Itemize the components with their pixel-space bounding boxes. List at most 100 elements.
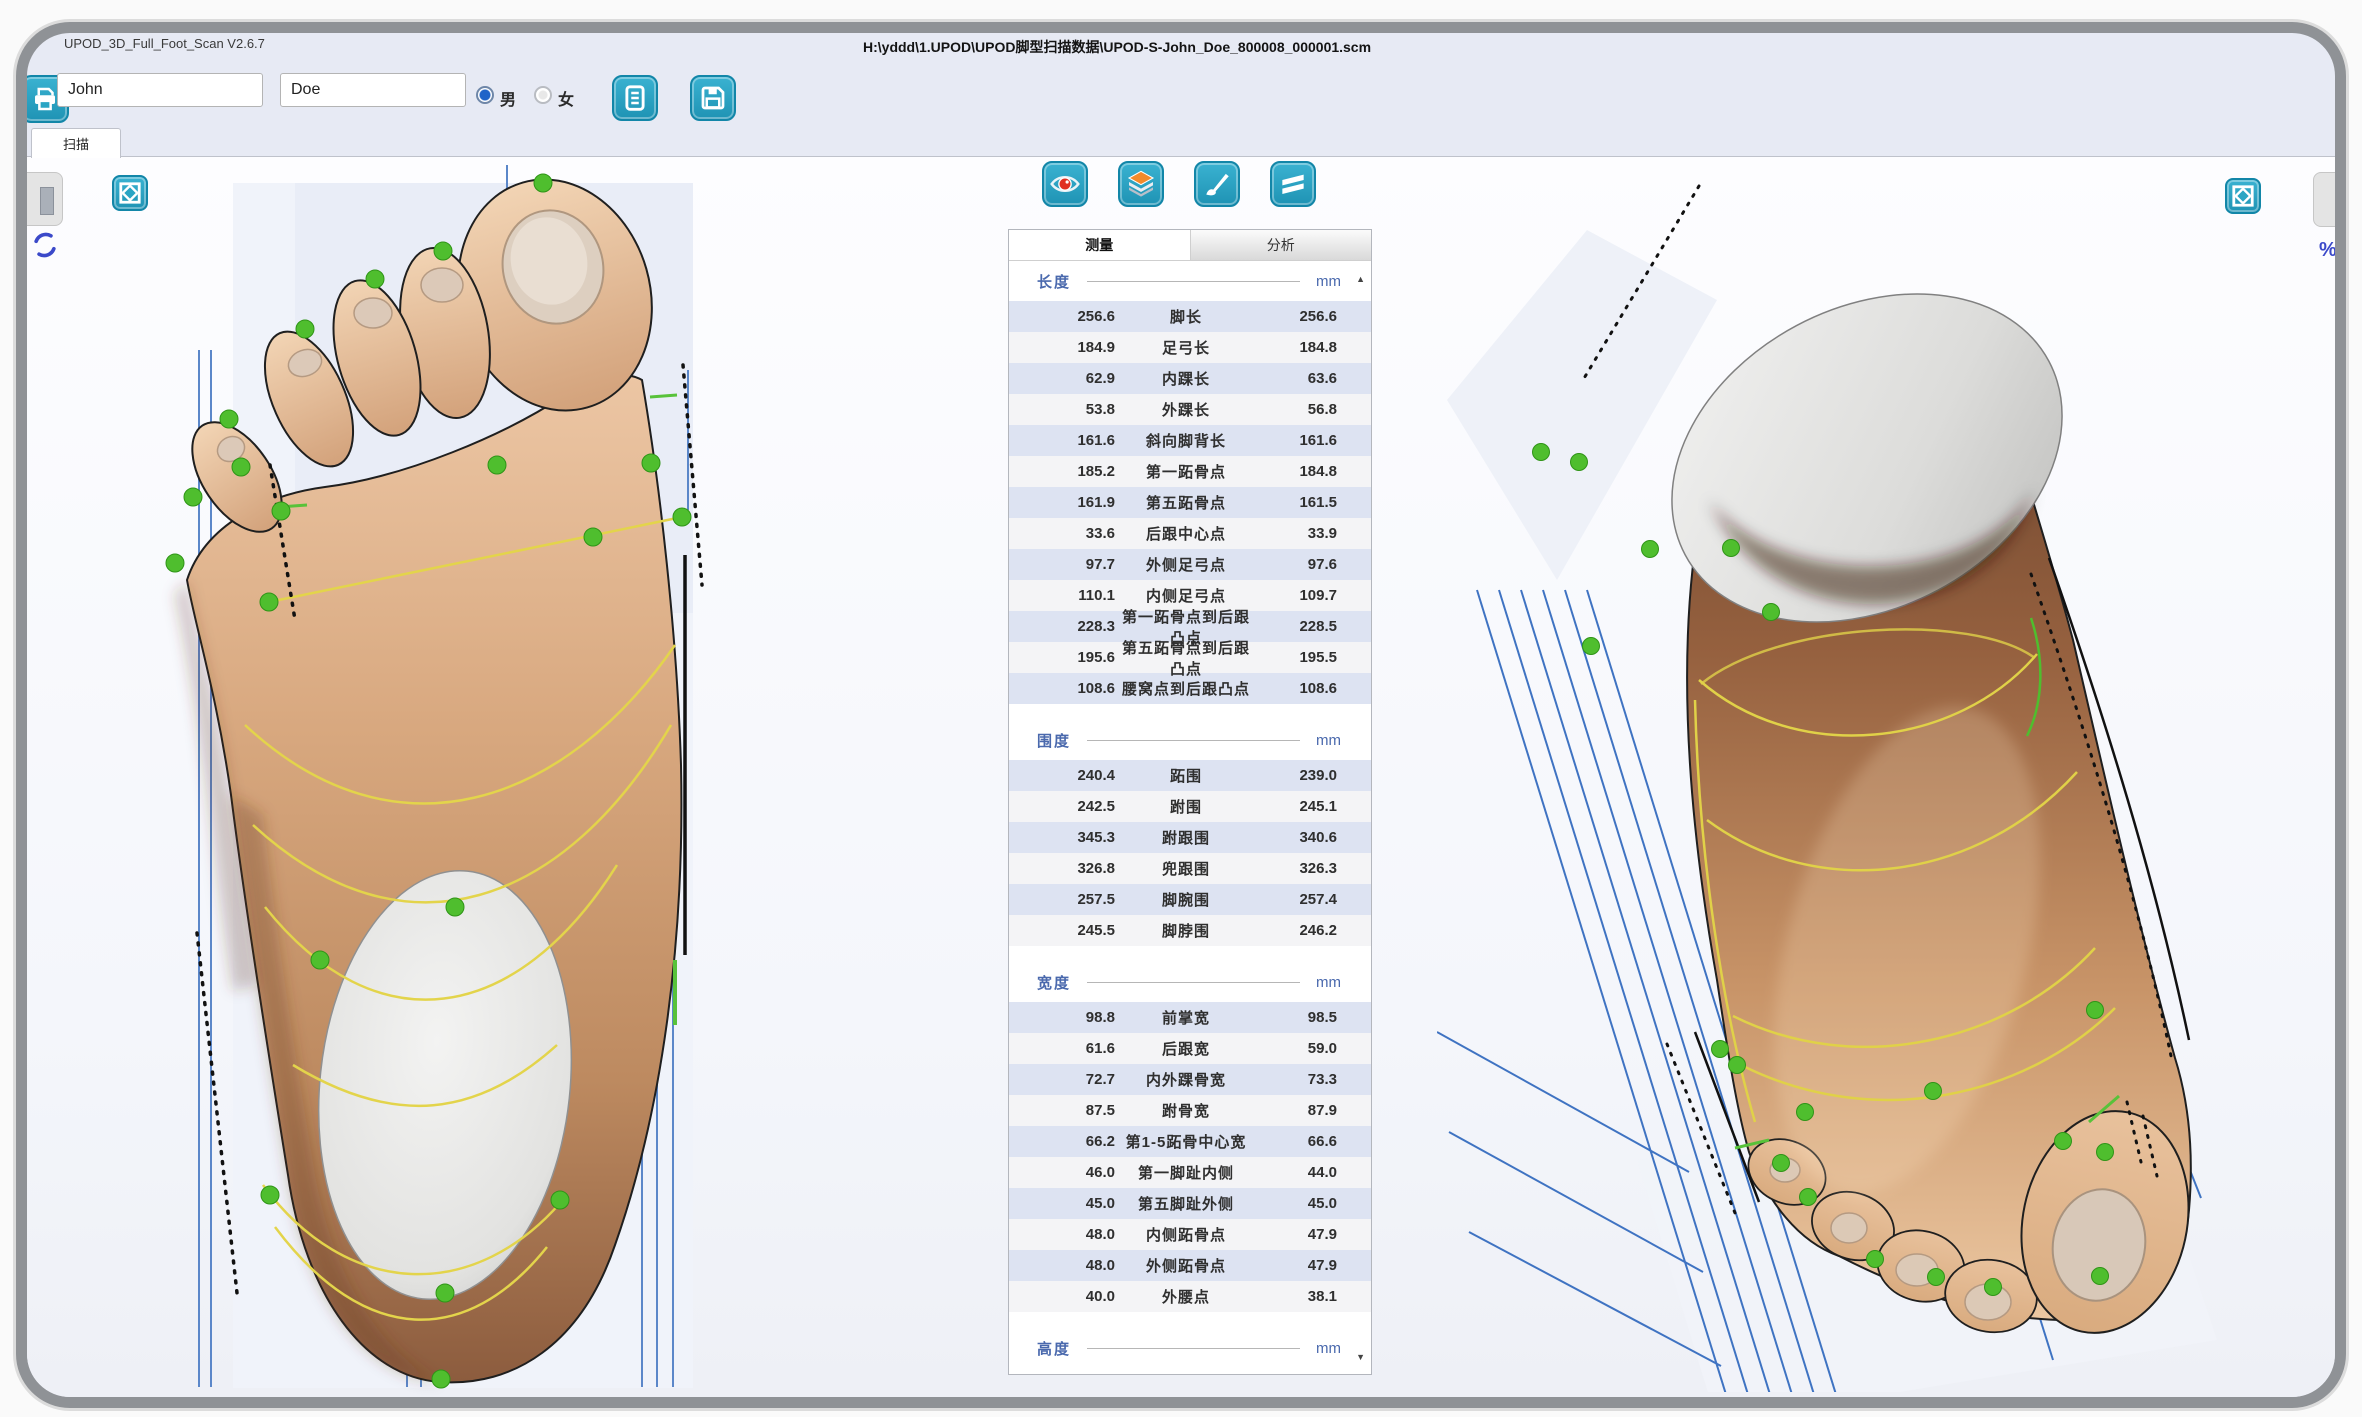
- value-right: 257.4: [1257, 891, 1337, 908]
- measure-row[interactable]: 326.8兜跟围326.3: [1009, 853, 1371, 884]
- refresh-view-button[interactable]: [31, 231, 59, 264]
- first-name-input[interactable]: [57, 73, 263, 107]
- visibility-button[interactable]: [1042, 161, 1088, 207]
- value-right: 47.9: [1257, 1257, 1337, 1274]
- measure-row[interactable]: 66.2第1-5跖骨中心宽66.6: [1009, 1126, 1371, 1157]
- measure-row[interactable]: 257.5脚腕围257.4: [1009, 884, 1371, 915]
- section-header: 高度mm: [1009, 1328, 1371, 1368]
- section-unit: mm: [1316, 732, 1341, 749]
- measure-label: 第五脚趾外侧: [1115, 1193, 1257, 1214]
- value-left: 33.6: [1031, 525, 1115, 542]
- measure-row[interactable]: 185.2第一跖骨点184.8: [1009, 456, 1371, 487]
- value-left: 242.5: [1031, 798, 1115, 815]
- measure-row[interactable]: 46.0第一脚趾内侧44.0: [1009, 1157, 1371, 1188]
- file-path: H:\yddd\1.UPOD\UPOD脚型扫描数据\UPOD-S-John_Do…: [863, 37, 1371, 57]
- gender-male-radio[interactable]: [476, 86, 494, 104]
- gender-male-label: 男: [500, 86, 516, 110]
- save-icon: [698, 83, 728, 113]
- measure-row[interactable]: 40.0外腰点38.1: [1009, 1281, 1371, 1312]
- measure-label: 内外踝骨宽: [1115, 1069, 1257, 1090]
- value-right: 108.6: [1257, 680, 1337, 697]
- right-edge-button[interactable]: [2313, 172, 2346, 227]
- section-gap: [1009, 946, 1371, 962]
- section-gap: [1009, 1368, 1371, 1374]
- value-right: 73.3: [1257, 1071, 1337, 1088]
- right-foot-view[interactable]: [1437, 160, 2237, 1392]
- measure-row[interactable]: 184.9足弓长184.8: [1009, 332, 1371, 363]
- eye-icon: [1049, 168, 1081, 200]
- value-right: 228.5: [1257, 618, 1337, 635]
- tab-analysis-label: 分析: [1267, 235, 1295, 255]
- measure-row[interactable]: 45.0第五脚趾外侧45.0: [1009, 1188, 1371, 1219]
- section-header: 长度mm: [1009, 261, 1371, 301]
- value-left: 161.9: [1031, 494, 1115, 511]
- measurement-panel: 测量 分析 ▲ ▼ 长度mm256.6脚长256.6184.9足弓长184.86…: [1008, 229, 1372, 1375]
- measure-row[interactable]: 87.5跗骨宽87.9: [1009, 1095, 1371, 1126]
- brush-icon: [1201, 168, 1233, 200]
- expand-icon: [117, 180, 143, 206]
- compare-button[interactable]: [1270, 161, 1316, 207]
- measure-label: 内侧足弓点: [1115, 585, 1257, 606]
- scan-workspace: %: [27, 157, 2335, 1397]
- upod-app-window: UPOD_3D_Full_Foot_Scan V2.6.7 H:\yddd\1.…: [27, 33, 2335, 1397]
- value-left: 66.2: [1031, 1133, 1115, 1150]
- value-right: 47.9: [1257, 1226, 1337, 1243]
- tab-analysis[interactable]: 分析: [1191, 230, 1372, 260]
- value-right: 59.0: [1257, 1040, 1337, 1057]
- model-mesh-button[interactable]: [1118, 161, 1164, 207]
- measure-row[interactable]: 97.7外侧足弓点97.6: [1009, 549, 1371, 580]
- measure-row[interactable]: 245.5脚脖围246.2: [1009, 915, 1371, 946]
- tab-measure[interactable]: 测量: [1009, 230, 1191, 260]
- gender-female-radio[interactable]: [534, 86, 552, 104]
- zoom-percent-indicator: %: [2319, 239, 2337, 262]
- measure-label: 第一脚趾内侧: [1115, 1162, 1257, 1183]
- left-foot-view[interactable]: [145, 165, 757, 1395]
- measure-row[interactable]: 62.9内踝长63.6: [1009, 363, 1371, 394]
- value-right: 56.8: [1257, 401, 1337, 418]
- value-left: 110.1: [1031, 587, 1115, 604]
- measure-label: 第一跖骨点: [1115, 461, 1257, 482]
- measure-row[interactable]: 161.9第五跖骨点161.5: [1009, 487, 1371, 518]
- section-divider: [1087, 1348, 1300, 1349]
- section-unit: mm: [1316, 974, 1341, 991]
- measure-label: 外踝长: [1115, 399, 1257, 420]
- measure-row[interactable]: 195.6第五跖骨点到后跟凸点195.5: [1009, 642, 1371, 673]
- window-title: UPOD_3D_Full_Foot_Scan V2.6.7: [64, 36, 265, 51]
- measure-row[interactable]: 240.4跖围239.0: [1009, 760, 1371, 791]
- tab-scan[interactable]: 扫描: [31, 128, 121, 158]
- value-left: 61.6: [1031, 1040, 1115, 1057]
- section-gap: [1009, 1312, 1371, 1328]
- tab-scan-label: 扫描: [63, 134, 89, 153]
- value-left: 195.6: [1031, 649, 1115, 666]
- left-edge-button[interactable]: [17, 172, 63, 226]
- value-left: 245.5: [1031, 922, 1115, 939]
- measure-row[interactable]: 53.8外踝长56.8: [1009, 394, 1371, 425]
- measure-row[interactable]: 345.3跗跟围340.6: [1009, 822, 1371, 853]
- section-divider: [1087, 281, 1300, 282]
- measure-row[interactable]: 242.5跗围245.1: [1009, 791, 1371, 822]
- value-right: 184.8: [1257, 339, 1337, 356]
- value-left: 256.6: [1031, 308, 1115, 325]
- value-right: 256.6: [1257, 308, 1337, 325]
- save-button[interactable]: [690, 75, 736, 121]
- scroll-up-arrow[interactable]: ▲: [1356, 274, 1365, 284]
- measure-row[interactable]: 98.8前掌宽98.5: [1009, 1002, 1371, 1033]
- section-header: 围度mm: [1009, 720, 1371, 760]
- record-button[interactable]: [612, 75, 658, 121]
- last-name-input[interactable]: [280, 73, 466, 107]
- measure-row[interactable]: 48.0内侧跖骨点47.9: [1009, 1219, 1371, 1250]
- measure-row[interactable]: 161.6斜向脚背长161.6: [1009, 425, 1371, 456]
- value-left: 45.0: [1031, 1195, 1115, 1212]
- texture-brush-button[interactable]: [1194, 161, 1240, 207]
- fit-view-left-button[interactable]: [112, 175, 148, 211]
- measure-row[interactable]: 108.6腰窝点到后跟凸点108.6: [1009, 673, 1371, 704]
- value-right: 98.5: [1257, 1009, 1337, 1026]
- measure-row[interactable]: 48.0外侧跖骨点47.9: [1009, 1250, 1371, 1281]
- measure-row[interactable]: 33.6后跟中心点33.9: [1009, 518, 1371, 549]
- scroll-down-arrow[interactable]: ▼: [1356, 1352, 1365, 1362]
- value-right: 161.6: [1257, 432, 1337, 449]
- measure-row[interactable]: 61.6后跟宽59.0: [1009, 1033, 1371, 1064]
- value-left: 53.8: [1031, 401, 1115, 418]
- measure-row[interactable]: 256.6脚长256.6: [1009, 301, 1371, 332]
- measure-row[interactable]: 72.7内外踝骨宽73.3: [1009, 1064, 1371, 1095]
